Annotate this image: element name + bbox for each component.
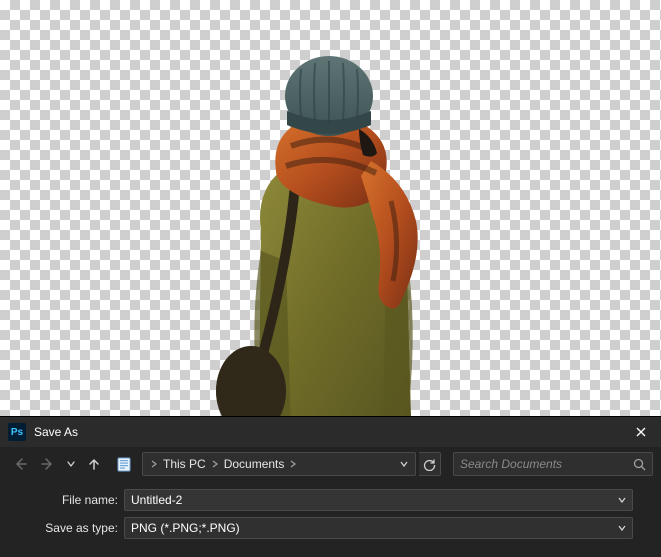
location-icon	[114, 454, 134, 474]
file-name-label: File name:	[28, 493, 118, 507]
chevron-down-icon	[400, 460, 408, 468]
chevron-right-icon[interactable]	[210, 460, 220, 468]
file-name-row: File name: Untitled-2	[28, 489, 633, 511]
breadcrumb-history-button[interactable]	[395, 460, 413, 468]
save-as-type-label: Save as type:	[28, 521, 118, 535]
search-box[interactable]	[453, 452, 653, 476]
chevron-down-icon[interactable]	[618, 496, 626, 504]
close-button[interactable]	[621, 417, 661, 447]
photoshop-icon: Ps	[8, 423, 26, 441]
arrow-right-icon	[41, 457, 55, 471]
recent-locations-button[interactable]	[64, 452, 78, 476]
chevron-down-icon[interactable]	[618, 524, 626, 532]
arrow-up-icon	[87, 457, 101, 471]
dialog-titlebar: Ps Save As	[0, 417, 661, 447]
search-icon[interactable]	[633, 458, 646, 471]
save-as-type-row: Save as type: PNG (*.PNG;*.PNG)	[28, 517, 633, 539]
nav-forward-button[interactable]	[36, 452, 60, 476]
nav-back-button[interactable]	[8, 452, 32, 476]
document-canvas[interactable]	[0, 0, 661, 416]
chevron-right-icon[interactable]	[149, 460, 159, 468]
breadcrumb-bar[interactable]: This PC Documents	[142, 452, 416, 476]
file-name-value: Untitled-2	[131, 493, 618, 507]
save-as-type-value: PNG (*.PNG;*.PNG)	[131, 521, 618, 535]
save-as-dialog: Ps Save As This PC	[0, 416, 661, 557]
refresh-icon	[423, 458, 436, 471]
save-as-type-combobox[interactable]: PNG (*.PNG;*.PNG)	[124, 517, 633, 539]
breadcrumb-item-this-pc[interactable]: This PC	[161, 457, 208, 471]
app-window: Ps Save As This PC	[0, 0, 661, 557]
file-name-combobox[interactable]: Untitled-2	[124, 489, 633, 511]
refresh-button[interactable]	[419, 452, 441, 476]
arrow-left-icon	[13, 457, 27, 471]
nav-row: This PC Documents	[0, 447, 661, 481]
nav-up-button[interactable]	[82, 452, 106, 476]
chevron-down-icon	[67, 460, 75, 468]
chevron-right-icon[interactable]	[288, 460, 298, 468]
breadcrumb-item-documents[interactable]: Documents	[222, 457, 287, 471]
dialog-title: Save As	[34, 425, 621, 439]
close-icon	[636, 427, 646, 437]
dialog-fields: File name: Untitled-2 Save as type: PNG …	[0, 481, 661, 557]
search-input[interactable]	[460, 457, 633, 471]
cutout-photo	[201, 51, 461, 416]
